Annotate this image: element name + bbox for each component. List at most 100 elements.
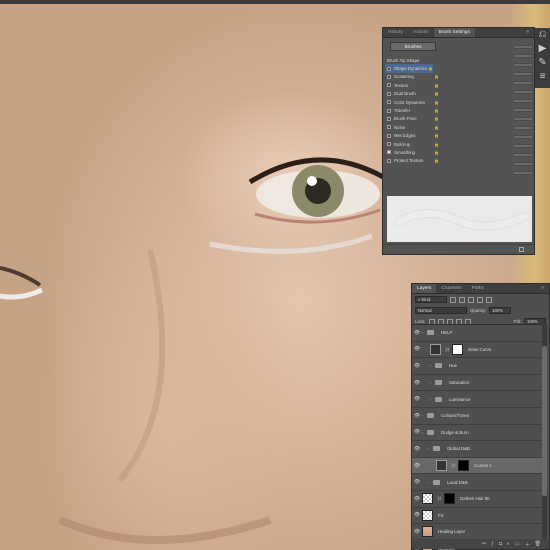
checkbox[interactable] xyxy=(387,91,391,96)
layer-row[interactable]: 👁 ⛓ Solar Curve xyxy=(412,342,542,359)
visibility-eye-icon[interactable]: 👁 xyxy=(412,380,422,386)
layer-row[interactable]: 👁 ⛓ Curves 1 xyxy=(412,457,542,475)
lock-icon[interactable]: 🔒 xyxy=(434,108,439,113)
panel-menu-icon[interactable]: ≡ xyxy=(536,284,549,293)
history-brush-icon[interactable]: ⎌ xyxy=(535,28,550,42)
tab-layers[interactable]: Layers xyxy=(412,284,437,293)
layer-thumbnail[interactable] xyxy=(436,460,447,472)
checkbox[interactable] xyxy=(387,108,391,113)
checkbox[interactable] xyxy=(387,150,391,155)
lock-icon[interactable]: 🔒 xyxy=(434,91,439,96)
filter-smart-icon[interactable] xyxy=(486,296,492,303)
layer-row[interactable]: 👁 FS xyxy=(412,508,542,525)
new-group-icon[interactable]: ▭ xyxy=(515,541,520,547)
lock-icon[interactable]: 🔒 xyxy=(434,74,439,79)
brush-option[interactable]: Noise 🔒 xyxy=(387,123,439,131)
layer-thumbnail[interactable] xyxy=(422,493,433,505)
layer-row[interactable]: 👁 › HELP xyxy=(412,325,542,342)
tab-brush-settings[interactable]: Brush Settings xyxy=(433,28,475,37)
tab-history[interactable]: History xyxy=(383,28,408,37)
brush-option[interactable]: Brush Pose 🔒 xyxy=(387,115,439,123)
lock-icon[interactable]: 🔒 xyxy=(434,83,439,88)
slider[interactable] xyxy=(513,98,533,103)
filter-shape-icon[interactable] xyxy=(477,296,483,303)
visibility-eye-icon[interactable]: 👁 xyxy=(412,396,422,402)
checkbox[interactable] xyxy=(387,142,391,147)
tab-channels[interactable]: Channels xyxy=(436,284,466,293)
slider[interactable] xyxy=(513,152,533,157)
lock-icon[interactable]: 🔒 xyxy=(428,66,433,71)
panel-menu-icon[interactable]: ≡ xyxy=(521,28,534,37)
slider[interactable] xyxy=(513,170,533,175)
lock-icon[interactable]: 🔒 xyxy=(434,100,439,105)
visibility-eye-icon[interactable]: 👁 xyxy=(412,330,422,336)
link-icon[interactable]: ⛓ xyxy=(451,463,456,468)
opacity-field[interactable]: 100% xyxy=(489,307,512,314)
layer-thumbnail[interactable] xyxy=(430,343,441,355)
scrollbar-thumb[interactable] xyxy=(542,346,547,496)
layer-thumbnail[interactable] xyxy=(422,526,433,538)
visibility-eye-icon[interactable]: 👁 xyxy=(412,496,422,502)
adjust-icon[interactable]: ≡ xyxy=(535,70,550,84)
visibility-eye-icon[interactable]: 👁 xyxy=(412,363,422,369)
layer-thumbnail[interactable] xyxy=(422,509,433,521)
slider[interactable] xyxy=(513,161,533,166)
brushes-button[interactable]: Brushes xyxy=(390,42,436,51)
visibility-eye-icon[interactable]: 👁 xyxy=(412,346,422,352)
lock-icon[interactable]: 🔒 xyxy=(434,116,439,121)
fx-icon[interactable]: ƒ xyxy=(491,541,494,547)
brush-option[interactable]: Color Dynamics 🔒 xyxy=(387,98,439,106)
filter-kind-select[interactable]: ⌕ Kind xyxy=(415,296,447,303)
new-layer-icon[interactable]: ＋ xyxy=(525,541,530,548)
checkbox[interactable] xyxy=(387,74,391,79)
slider[interactable] xyxy=(513,53,533,58)
blend-mode-select[interactable]: Normal xyxy=(415,307,467,314)
brush-option[interactable]: Smoothing 🔒 xyxy=(387,148,439,156)
slider[interactable] xyxy=(513,125,533,130)
adjustment-layer-icon[interactable]: ◐ xyxy=(507,541,510,547)
brush-settings-icon[interactable]: ✎ xyxy=(535,56,550,70)
layer-mask-thumbnail[interactable] xyxy=(444,493,456,505)
brush-option[interactable]: Brush Tip Shape xyxy=(387,56,439,64)
slider[interactable] xyxy=(513,71,533,76)
slider[interactable] xyxy=(513,89,533,94)
visibility-eye-icon[interactable]: 👁 xyxy=(412,413,422,419)
lock-icon[interactable]: 🔒 xyxy=(434,133,439,138)
visibility-eye-icon[interactable]: 👁 xyxy=(412,446,422,452)
slider[interactable] xyxy=(513,80,533,85)
add-mask-icon[interactable]: ◘ xyxy=(499,541,502,547)
lock-icon[interactable]: 🔒 xyxy=(434,150,439,155)
brush-option[interactable]: Dual Brush 🔒 xyxy=(387,90,439,98)
visibility-eye-icon[interactable]: 👁 xyxy=(412,479,422,485)
filter-adjustment-icon[interactable] xyxy=(459,296,465,303)
tab-actions[interactable]: Actions xyxy=(408,28,434,37)
visibility-eye-icon[interactable]: 👁 xyxy=(412,429,422,435)
lock-icon[interactable]: 🔒 xyxy=(434,158,439,163)
brush-option[interactable]: Wet Edges 🔒 xyxy=(387,132,439,140)
brush-option[interactable]: Shape Dynamics 🔒 xyxy=(385,64,433,73)
layer-mask-thumbnail[interactable] xyxy=(452,343,464,355)
checkbox[interactable] xyxy=(387,125,391,130)
layer-row[interactable]: 👁 › Dodge & Burn xyxy=(412,425,542,442)
checkbox[interactable] xyxy=(387,116,391,121)
layers-scrollbar[interactable] xyxy=(542,324,547,540)
brush-option[interactable]: Texture 🔒 xyxy=(387,81,439,89)
layer-row[interactable]: 👁 ⛓ Darken Hair 80 xyxy=(412,491,542,508)
filter-pixel-icon[interactable] xyxy=(450,296,456,303)
layer-row[interactable]: 👁 › Global D&B xyxy=(412,441,542,458)
visibility-eye-icon[interactable]: 👁 xyxy=(412,512,422,518)
checkbox[interactable] xyxy=(387,133,391,138)
brush-option[interactable]: Protect Texture 🔒 xyxy=(387,157,439,165)
link-icon[interactable]: ⛓ xyxy=(445,347,450,352)
layer-row[interactable]: 👁 › Luminance xyxy=(412,391,542,408)
brush-option[interactable]: Scattering 🔒 xyxy=(387,73,439,81)
lock-icon[interactable]: 🔒 xyxy=(434,142,439,147)
checkbox[interactable] xyxy=(387,158,391,163)
slider[interactable] xyxy=(513,44,533,49)
delete-layer-icon[interactable]: 🗑 xyxy=(535,541,541,547)
layer-row[interactable]: 👁 › Saturation xyxy=(412,375,542,392)
visibility-eye-icon[interactable]: 👁 xyxy=(412,529,422,535)
layer-mask-thumbnail[interactable] xyxy=(458,460,470,472)
slider[interactable] xyxy=(513,62,533,67)
tab-paths[interactable]: Paths xyxy=(467,284,489,293)
